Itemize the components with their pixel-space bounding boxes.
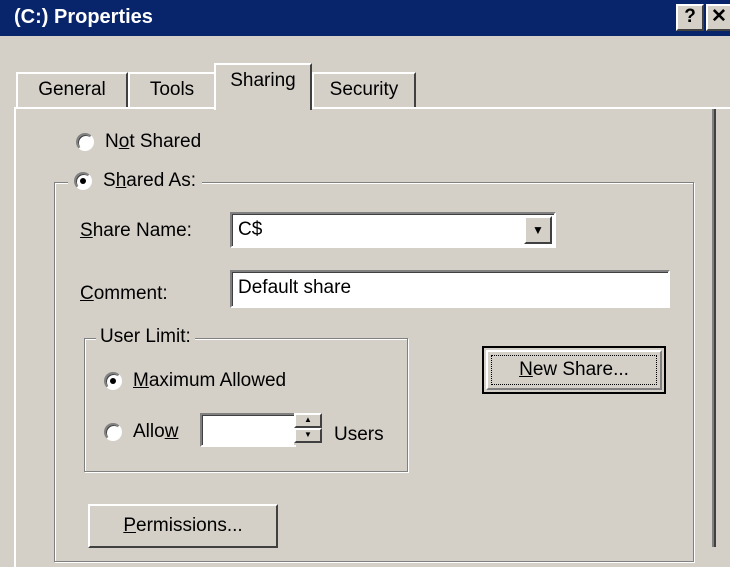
- shared-as-option[interactable]: Shared As:: [68, 170, 202, 192]
- shared-as-label: Shared As:: [103, 170, 196, 191]
- not-shared-label: Not Shared: [105, 131, 202, 152]
- maximum-allowed-label: Maximum Allowed: [133, 370, 287, 391]
- window-title: (C:) Properties: [14, 6, 153, 28]
- allow-label: Allow: [133, 421, 179, 442]
- shared-as-radio[interactable]: [74, 172, 92, 190]
- title-bar: (C:) Properties ? ✕: [0, 0, 730, 36]
- help-button[interactable]: ?: [676, 4, 704, 31]
- allow-radio[interactable]: [104, 423, 122, 441]
- maximum-allowed-radio[interactable]: [104, 372, 122, 390]
- user-count-field[interactable]: [200, 413, 296, 447]
- users-label: Users: [334, 424, 384, 445]
- share-name-label: Share Name:: [80, 220, 192, 241]
- user-count-spinner[interactable]: ▲ ▼: [294, 413, 324, 445]
- user-limit-title: User Limit:: [96, 326, 195, 348]
- comment-label: Comment:: [80, 283, 168, 304]
- tab-tools[interactable]: Tools: [128, 72, 216, 108]
- allow-option[interactable]: Allow: [104, 421, 178, 443]
- tab-security[interactable]: Security: [312, 72, 416, 108]
- new-share-button[interactable]: New Share...: [482, 346, 666, 394]
- close-button[interactable]: ✕: [706, 4, 730, 31]
- tab-general[interactable]: General: [16, 72, 128, 108]
- not-shared-radio[interactable]: [76, 133, 94, 151]
- share-name-combobox[interactable]: C$ ▼: [230, 212, 556, 248]
- comment-value: Default share: [238, 277, 352, 298]
- permissions-button-label: Permissions...: [123, 515, 243, 536]
- not-shared-option[interactable]: Not Shared: [76, 131, 201, 153]
- dropdown-arrow-icon[interactable]: ▼: [524, 216, 552, 244]
- share-name-value: C$: [238, 219, 263, 240]
- maximum-allowed-option[interactable]: Maximum Allowed: [104, 370, 286, 392]
- new-share-button-label: New Share...: [519, 359, 629, 380]
- spin-up-icon[interactable]: ▲: [294, 413, 322, 428]
- tab-sharing[interactable]: Sharing: [214, 63, 312, 110]
- comment-field[interactable]: Default share: [230, 270, 670, 308]
- spin-down-icon[interactable]: ▼: [294, 428, 322, 443]
- permissions-button[interactable]: Permissions...: [88, 504, 278, 548]
